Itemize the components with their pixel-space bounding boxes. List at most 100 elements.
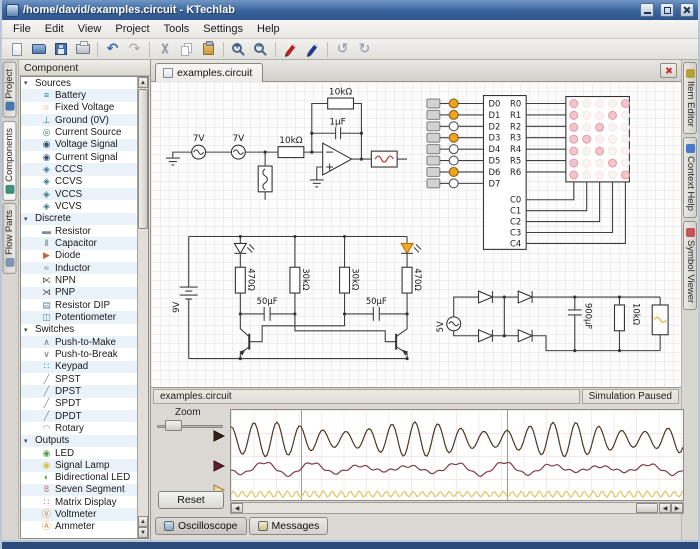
component-item-seven-segment[interactable]: 8Seven Segment [21,484,137,496]
tab-examples-circuit[interactable]: examples.circuit [155,63,263,82]
save-button[interactable] [50,40,71,59]
component-item-capacitor[interactable]: ‖Capacitor [21,237,137,249]
scroll-up2-icon[interactable]: ▲ [138,516,148,527]
bottom-tab-messages[interactable]: Messages [249,517,329,535]
tree-scrollbar[interactable]: ▲ ▲ ▼ [137,77,148,538]
copy-button[interactable] [176,40,197,59]
component-item-diode[interactable]: ▶Diode [21,250,137,262]
component-item-resistor[interactable]: ▬Resistor [21,225,137,237]
component-item-push-to-break[interactable]: ∨Push-to-Break [21,348,137,360]
component-item-keypad[interactable]: ∷Keypad [21,361,137,373]
logic-input-d4[interactable] [449,145,458,154]
scroll-left2-icon[interactable]: ◀ [659,503,671,513]
circuit-canvas[interactable]: 7V 7V 10kΩ [151,82,681,388]
push-button-d0[interactable] [427,99,440,108]
component-item-battery[interactable]: ≡Battery [21,89,137,101]
push-button-d3[interactable] [427,133,440,142]
component-item-vccs[interactable]: ◈VCCS [21,188,137,200]
component-item-led[interactable]: ◉LED [21,447,137,459]
rectifier-circuit[interactable]: 5V 900µF 10kΩ [435,291,668,352]
component-item-spst[interactable]: ╱SPST [21,373,137,385]
tree-section-outputs[interactable]: ▾Outputs [21,435,137,447]
menu-settings[interactable]: Settings [196,21,250,37]
scroll-up-icon[interactable]: ▲ [138,77,148,88]
logic-input-d5[interactable] [449,156,458,165]
side-tab-item-editor[interactable]: Item Editor [683,62,697,134]
component-item-potentiometer[interactable]: ◫Potentiometer [21,311,137,323]
maximize-button[interactable] [660,3,674,17]
component-item-fixed-voltage[interactable]: ○Fixed Voltage [21,102,137,114]
component-item-ammeter[interactable]: ⒶAmmeter [21,521,137,533]
rotate-right-button[interactable] [354,40,375,59]
side-tab-project[interactable]: Project [3,62,17,118]
multivibrator-circuit[interactable]: 9V 470Ω 30kΩ 30kΩ 470Ω [171,235,423,360]
component-item-inductor[interactable]: ≈Inductor [21,262,137,274]
zoom-slider-thumb[interactable] [165,420,182,431]
rotate-left-button[interactable] [332,40,353,59]
side-tab-components[interactable]: Components [3,121,17,201]
logic-circuit[interactable]: D0D1D2D3D4D5D6D7R0R1R2R3R4R5R6C0C1C2C3C4 [427,96,629,250]
component-item-current-source[interactable]: ◎Current Source [21,126,137,138]
component-item-vcvs[interactable]: ◈VCVS [21,200,137,212]
logic-input-d6[interactable] [449,168,458,177]
component-item-rotary[interactable]: ◠Rotary [21,422,137,434]
logic-input-d2[interactable] [449,122,458,131]
component-item-resistor-dip[interactable]: ▤Resistor DIP [21,299,137,311]
menu-help[interactable]: Help [250,21,287,37]
side-tab-flow-parts[interactable]: Flow Parts [3,203,17,274]
probe-marker-2[interactable] [213,459,225,471]
component-item-voltage-signal[interactable]: ◉Voltage Signal [21,139,137,151]
push-button-d7[interactable] [427,179,440,188]
scope-scrollbar-thumb[interactable] [636,503,658,513]
tree-section-discrete[interactable]: ▾Discrete [21,213,137,225]
redo-arrow-button[interactable] [124,40,145,59]
logic-input-d0[interactable] [449,99,458,108]
side-tab-symbol-viewer[interactable]: Symbol Viewer [683,221,697,310]
component-item-cccs[interactable]: ◈CCCS [21,163,137,175]
minimize-button[interactable] [640,3,654,17]
logic-input-d7[interactable] [449,179,458,188]
undo-arrow-button[interactable] [102,40,123,59]
component-item-signal-lamp[interactable]: ◉Signal Lamp [21,459,137,471]
open-folder-button[interactable] [28,40,49,59]
scrollbar-thumb[interactable] [138,89,148,229]
logic-input-d3[interactable] [449,133,458,142]
menu-view[interactable]: View [71,21,109,37]
scroll-right-icon[interactable]: ▶ [671,503,683,513]
push-button-d1[interactable] [427,110,440,119]
component-item-current-signal[interactable]: ◉Current Signal [21,151,137,163]
scrollbar-track[interactable] [138,230,148,516]
menu-tools[interactable]: Tools [157,21,197,37]
push-button-d6[interactable] [427,168,440,177]
zoom-out-button[interactable] [250,40,271,59]
push-button-d2[interactable] [427,122,440,131]
component-item-dpdt[interactable]: ╱DPDT [21,410,137,422]
scope-scrollbar-track[interactable] [243,503,659,513]
blue-pen-button[interactable] [302,40,323,59]
zoom-in-button[interactable] [228,40,249,59]
tree-section-sources[interactable]: ▾Sources [21,77,137,89]
push-button-d4[interactable] [427,145,440,154]
bottom-tab-oscilloscope[interactable]: Oscilloscope [155,517,247,535]
new-file-button[interactable] [6,40,27,59]
menu-project[interactable]: Project [108,21,156,37]
scroll-down-icon[interactable]: ▼ [138,527,148,538]
side-tab-context-help[interactable]: Context Help [683,137,697,218]
print-button[interactable] [72,40,93,59]
menu-edit[interactable]: Edit [38,21,71,37]
close-document-button[interactable] [660,63,677,78]
opamp-circuit[interactable]: 7V 7V 10kΩ [166,88,407,200]
scope-scrollbar[interactable]: ◀ ◀ ▶ [230,502,684,514]
reset-button[interactable]: Reset [158,491,224,509]
menu-file[interactable]: File [6,21,38,37]
paste-button[interactable] [198,40,219,59]
component-item-pnp[interactable]: ⋊PNP [21,287,137,299]
schematic[interactable]: 7V 7V 10kΩ [151,82,681,387]
component-item-matrix-display[interactable]: ∷Matrix Display [21,496,137,508]
red-pen-button[interactable] [280,40,301,59]
component-item-spdt[interactable]: ╱SPDT [21,398,137,410]
component-item-ground-0v[interactable]: ⊥Ground (0V) [21,114,137,126]
logic-input-d1[interactable] [449,110,458,119]
component-item-push-to-make[interactable]: ∧Push-to-Make [21,336,137,348]
probe-marker-1[interactable] [213,429,225,441]
